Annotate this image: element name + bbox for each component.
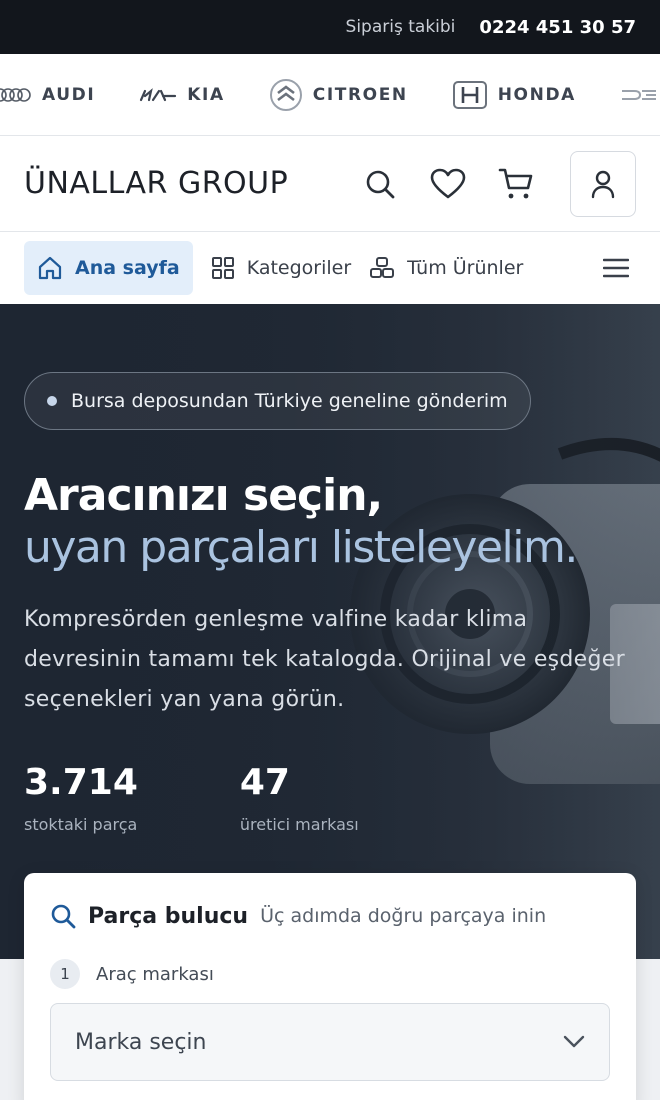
part-finder-card: Parça bulucu Üç adımda doğru parçaya ini…	[24, 873, 636, 1100]
products-icon	[370, 257, 395, 278]
user-icon	[591, 170, 615, 198]
shipping-badge: Bursa deposundan Türkiye geneline gönder…	[24, 372, 531, 430]
part-finder-header: Parça bulucu Üç adımda doğru parçaya ini…	[50, 903, 610, 929]
ds-logo-icon	[620, 87, 660, 103]
home-icon	[38, 256, 62, 280]
site-header: ÜNALLAR GROUP	[0, 136, 660, 232]
stat-value: 47	[239, 762, 290, 803]
brand-name: CITROEN	[312, 84, 408, 105]
main-nav: Ana sayfa Kategoriler Tüm Ürünler	[0, 232, 660, 304]
brand-audi[interactable]: AUDI	[0, 85, 95, 105]
search-icon	[51, 904, 76, 929]
hero-title-accent: uyan parçaları listeleyelim.	[24, 522, 578, 573]
brand-name: HONDA	[497, 84, 576, 105]
stat-value: 3.714	[24, 762, 138, 803]
menu-button[interactable]	[596, 248, 636, 288]
nav-item-home[interactable]: Ana sayfa	[24, 241, 193, 295]
citroen-logo-icon	[269, 78, 303, 112]
account-button[interactable]	[570, 150, 636, 217]
shipping-badge-text: Bursa deposundan Türkiye geneline gönder…	[71, 390, 508, 412]
brand-name: AUDI	[42, 84, 96, 105]
brand-citroen[interactable]: CITROEN	[269, 78, 408, 112]
stat-parts: 3.714 stoktaki parça	[24, 762, 138, 834]
hero-description: Kompresörden genleşme valfine kadar klim…	[24, 607, 625, 712]
brand-honda[interactable]: HONDA	[452, 80, 576, 110]
brand-select-value: Marka seçin	[75, 1029, 207, 1055]
step-vehicle-brand: 1 Araç markası	[50, 959, 610, 989]
brand-select[interactable]: Marka seçin	[50, 1003, 610, 1081]
brand-strip: AUDI KIA CITROEN HONDA	[0, 54, 660, 136]
hamburger-menu-icon	[603, 258, 629, 278]
stat-label: stoktaki parça	[24, 815, 138, 834]
cart-button[interactable]	[496, 164, 536, 204]
header-actions	[360, 150, 636, 217]
grid-icon	[211, 257, 234, 279]
stat-label: üretici markası	[239, 815, 359, 834]
search-icon	[366, 170, 395, 198]
brand-partial[interactable]	[620, 87, 660, 103]
hero-title: Aracınızı seçin,	[24, 470, 383, 521]
hero-stats: 3.714 stoktaki parça 47 üretici markası	[24, 762, 636, 834]
search-button[interactable]	[360, 164, 400, 204]
nav-item-label: Ana sayfa	[75, 257, 180, 279]
nav-item-categories[interactable]: Kategoriler	[211, 241, 351, 295]
nav-item-label: Tüm Ürünler	[407, 257, 524, 279]
part-finder-title: Parça bulucu	[88, 903, 249, 929]
phone-number-link[interactable]: 0224 451 30 57	[479, 17, 636, 38]
audi-logo-icon	[0, 87, 32, 103]
honda-logo-icon	[452, 80, 488, 110]
stat-brands: 47 üretici markası	[240, 762, 359, 834]
hero-content: Bursa deposundan Türkiye geneline gönder…	[24, 372, 636, 834]
page: Sipariş takibi 0224 451 30 57 AUDI KIA C…	[0, 0, 660, 1100]
chevron-down-icon	[563, 1035, 585, 1048]
brand-kia[interactable]: KIA	[139, 85, 224, 105]
step-label: Araç markası	[96, 963, 214, 985]
kia-logo-icon	[139, 87, 177, 103]
brand-name: KIA	[187, 84, 225, 105]
favorites-button[interactable]	[428, 164, 468, 204]
order-tracking-link[interactable]: Sipariş takibi	[346, 17, 456, 37]
heart-icon	[430, 168, 466, 198]
site-logo[interactable]: ÜNALLAR GROUP	[24, 166, 288, 201]
step-number: 1	[50, 959, 80, 989]
hero-section: Bursa deposundan Türkiye geneline gönder…	[0, 304, 660, 959]
nav-item-label: Kategoriler	[246, 257, 352, 279]
top-bar: Sipariş takibi 0224 451 30 57	[0, 0, 660, 54]
nav-item-all-products[interactable]: Tüm Ürünler	[369, 241, 523, 295]
cart-icon	[498, 168, 533, 198]
badge-dot-icon	[47, 396, 57, 406]
part-finder-subtitle: Üç adımda doğru parçaya inin	[260, 905, 547, 927]
